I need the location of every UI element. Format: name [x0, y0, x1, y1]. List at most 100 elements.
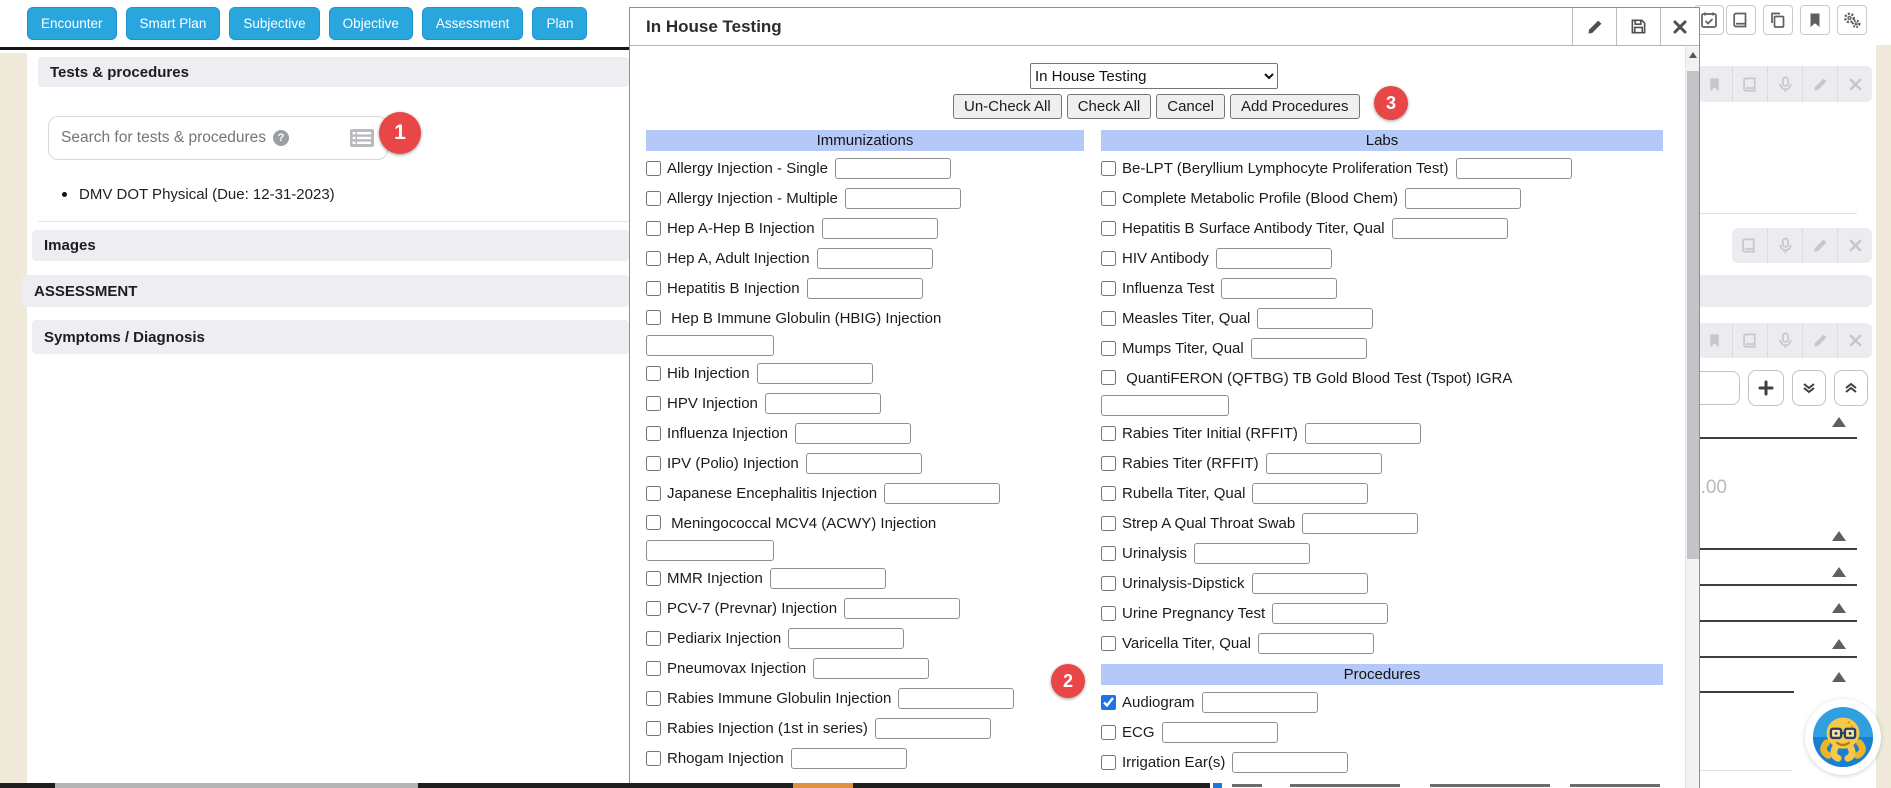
result-input[interactable] [807, 278, 923, 299]
result-input[interactable] [845, 188, 961, 209]
close-icon[interactable] [1660, 8, 1699, 45]
procedure-checkbox[interactable] [646, 515, 661, 530]
procedure-checkbox[interactable] [646, 221, 661, 236]
procedure-checkbox[interactable] [1101, 281, 1116, 296]
result-input[interactable] [884, 483, 1000, 504]
procedure-checkbox[interactable] [646, 161, 661, 176]
result-input[interactable] [813, 658, 929, 679]
procedure-checkbox[interactable] [1101, 546, 1116, 561]
uncheck-all-button[interactable]: Un-Check All [953, 94, 1062, 119]
procedure-checkbox[interactable] [646, 191, 661, 206]
result-input[interactable] [1101, 395, 1229, 416]
result-input[interactable] [765, 393, 881, 414]
procedure-checkbox[interactable] [1101, 456, 1116, 471]
procedure-checkbox[interactable] [646, 631, 661, 646]
procedure-checkbox[interactable] [646, 571, 661, 586]
result-input[interactable] [898, 688, 1014, 709]
settings-gears-icon[interactable] [1837, 5, 1867, 35]
procedure-checkbox[interactable] [1101, 606, 1116, 621]
bookmark-icon[interactable] [1800, 5, 1830, 35]
pencil-icon[interactable] [1802, 66, 1837, 102]
result-input[interactable] [1272, 603, 1388, 624]
check-all-button[interactable]: Check All [1067, 94, 1152, 119]
procedure-checkbox[interactable] [1101, 370, 1116, 385]
procedure-checkbox[interactable] [646, 691, 661, 706]
procedure-checkbox[interactable] [1101, 636, 1116, 651]
collapse-all-button[interactable] [1834, 370, 1868, 406]
result-input[interactable] [1257, 308, 1373, 329]
procedure-checkbox[interactable] [646, 456, 661, 471]
pencil-icon[interactable] [1802, 323, 1837, 358]
result-input[interactable] [757, 363, 873, 384]
collapse-section-icon[interactable] [1832, 639, 1846, 649]
tests-search-input[interactable] [61, 129, 273, 147]
procedure-checkbox[interactable] [1101, 191, 1116, 206]
book-icon[interactable] [1732, 323, 1767, 358]
result-input[interactable] [875, 718, 991, 739]
result-input[interactable] [806, 453, 922, 474]
close-icon[interactable] [1837, 323, 1872, 358]
procedure-checkbox[interactable] [646, 281, 661, 296]
collapse-section-icon[interactable] [1832, 672, 1846, 682]
procedure-checkbox[interactable] [1101, 161, 1116, 176]
section-header-assessment[interactable]: ASSESSMENT [22, 275, 629, 307]
procedure-checkbox[interactable] [1101, 725, 1116, 740]
collapse-section-icon[interactable] [1832, 531, 1846, 541]
procedure-checkbox[interactable] [1101, 516, 1116, 531]
procedure-checkbox[interactable] [646, 486, 661, 501]
result-input[interactable] [1258, 633, 1374, 654]
bookmark-icon[interactable] [1697, 323, 1732, 358]
procedure-checkbox[interactable] [1101, 251, 1116, 266]
result-input[interactable] [835, 158, 951, 179]
result-input[interactable] [1202, 692, 1318, 713]
procedure-checkbox[interactable] [1101, 426, 1116, 441]
result-input[interactable] [1266, 453, 1382, 474]
microphone-icon[interactable] [1767, 66, 1802, 102]
procedure-checkbox[interactable] [1101, 486, 1116, 501]
add-procedures-button[interactable]: Add Procedures [1230, 94, 1360, 119]
pencil-icon[interactable] [1802, 228, 1837, 263]
result-input[interactable] [1252, 573, 1368, 594]
nav-tab[interactable]: Subjective [229, 7, 319, 40]
procedure-checkbox[interactable] [646, 601, 661, 616]
result-input[interactable] [1232, 752, 1348, 773]
microphone-icon[interactable] [1767, 228, 1802, 263]
procedure-checkbox[interactable] [1101, 221, 1116, 236]
scrollbar-thumb[interactable] [1687, 71, 1699, 559]
collapse-section-icon[interactable] [1832, 603, 1846, 613]
result-input[interactable] [1221, 278, 1337, 299]
procedure-checkbox[interactable] [646, 721, 661, 736]
book-icon[interactable] [1732, 66, 1767, 102]
result-input[interactable] [791, 748, 907, 769]
cancel-button[interactable]: Cancel [1156, 94, 1225, 119]
result-input[interactable] [844, 598, 960, 619]
result-input[interactable] [646, 335, 774, 356]
section-header-symptoms-diagnosis[interactable]: Symptoms / Diagnosis [32, 320, 629, 354]
copy-icon[interactable] [1763, 5, 1793, 35]
result-input[interactable] [1302, 513, 1418, 534]
result-input[interactable] [822, 218, 938, 239]
procedure-checkbox[interactable] [646, 426, 661, 441]
procedure-checkbox[interactable] [646, 396, 661, 411]
nav-tab[interactable]: Objective [329, 7, 413, 40]
nav-tab[interactable]: Encounter [27, 7, 117, 40]
procedure-checkbox[interactable] [1101, 311, 1116, 326]
collapse-section-icon[interactable] [1832, 417, 1846, 427]
procedure-checkbox[interactable] [646, 310, 661, 325]
nav-tab[interactable]: Plan [532, 7, 587, 40]
template-category-select[interactable]: In House Testing [1030, 63, 1278, 89]
dialog-scrollbar[interactable] [1685, 47, 1699, 788]
procedure-checkbox[interactable] [1101, 576, 1116, 591]
help-icon[interactable]: ? [273, 130, 289, 146]
assistant-octopus-widget[interactable] [1805, 699, 1881, 775]
save-icon[interactable] [1616, 8, 1660, 45]
result-input[interactable] [1456, 158, 1572, 179]
result-input[interactable] [1194, 543, 1310, 564]
result-input[interactable] [646, 540, 774, 561]
procedure-checkbox[interactable] [646, 751, 661, 766]
result-input[interactable] [1405, 188, 1521, 209]
section-header-tests-procedures[interactable]: Tests & procedures [38, 57, 629, 87]
nav-tab[interactable]: Smart Plan [126, 7, 221, 40]
result-input[interactable] [1251, 338, 1367, 359]
result-input[interactable] [795, 423, 911, 444]
